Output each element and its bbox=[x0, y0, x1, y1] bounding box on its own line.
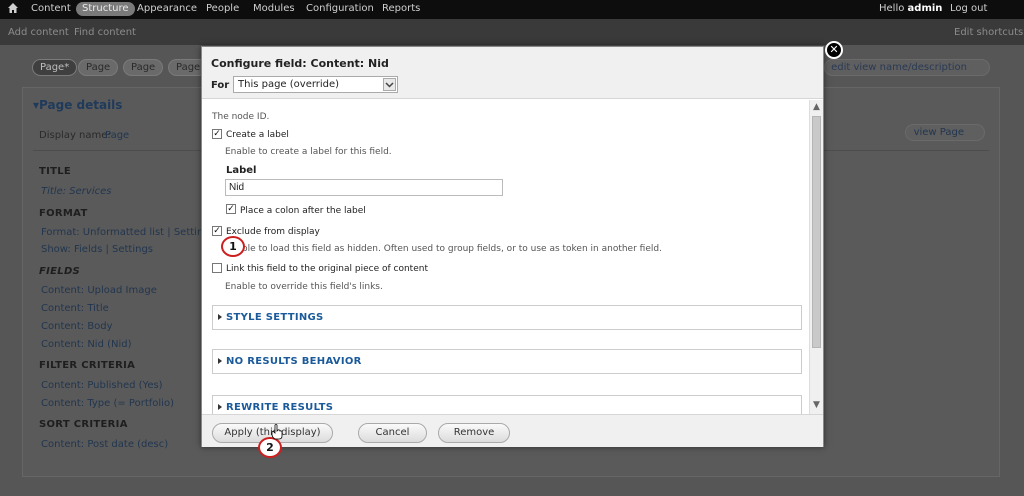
toolbar-people[interactable]: People bbox=[206, 3, 239, 14]
hand-cursor-icon bbox=[271, 424, 283, 440]
create-label-help: Enable to create a label for this field. bbox=[225, 147, 392, 157]
field-description: The node ID. bbox=[212, 112, 270, 122]
filter-link[interactable]: Content: Type (= Portfolio) bbox=[41, 398, 174, 409]
filter-link[interactable]: Content: Published (Yes) bbox=[41, 380, 163, 391]
dialog-body: The node ID. ✓ Create a label Enable to … bbox=[202, 100, 823, 414]
field-link[interactable]: Content: Nid (Nid) bbox=[41, 339, 132, 350]
for-select[interactable]: This page (override) bbox=[233, 76, 398, 93]
collapsed-triangle-icon bbox=[218, 358, 222, 364]
page-details-heading[interactable]: ▾Page details bbox=[33, 98, 122, 112]
dialog-footer: Apply (this display) Cancel Remove bbox=[202, 414, 823, 447]
rewrite-results-legend[interactable]: REWRITE RESULTS bbox=[226, 402, 333, 413]
dialog-title: Configure field: Content: Nid bbox=[211, 57, 389, 70]
cancel-button[interactable]: Cancel bbox=[358, 423, 427, 443]
display-tab[interactable]: Page bbox=[78, 59, 119, 76]
scroll-down-icon[interactable]: ▼ bbox=[813, 400, 820, 410]
toolbar-structure[interactable]: Structure bbox=[76, 2, 135, 16]
link-field-checkbox[interactable] bbox=[212, 263, 222, 273]
shortcut-find-content[interactable]: Find content bbox=[74, 27, 136, 38]
format-line[interactable]: Format: Unformatted list | Settings bbox=[41, 227, 215, 238]
for-label: For bbox=[211, 80, 230, 91]
create-label-text[interactable]: Create a label bbox=[226, 130, 289, 140]
fields-section-heading: FIELDS bbox=[39, 266, 81, 277]
style-settings-fieldset[interactable]: STYLE SETTINGS bbox=[212, 305, 802, 330]
format-section-heading: FORMAT bbox=[39, 208, 88, 219]
display-tab-active[interactable]: Page* bbox=[32, 59, 78, 76]
toolbar-configuration[interactable]: Configuration bbox=[306, 3, 374, 14]
remove-button[interactable]: Remove bbox=[438, 423, 510, 443]
display-name-label: Display name: bbox=[39, 130, 111, 141]
place-colon-text[interactable]: Place a colon after the label bbox=[240, 206, 366, 216]
place-colon-checkbox[interactable]: ✓ bbox=[226, 204, 236, 214]
style-settings-legend[interactable]: STYLE SETTINGS bbox=[226, 312, 324, 323]
hello-user: Hello admin bbox=[879, 3, 943, 14]
toolbar-reports[interactable]: Reports bbox=[382, 3, 420, 14]
collapsed-triangle-icon bbox=[218, 404, 222, 410]
sort-section-heading: SORT CRITERIA bbox=[39, 419, 128, 430]
label-input[interactable] bbox=[225, 179, 503, 196]
title-value[interactable]: Title: Services bbox=[41, 186, 111, 197]
link-field-text[interactable]: Link this field to the original piece of… bbox=[226, 264, 428, 274]
filter-section-heading: FILTER CRITERIA bbox=[39, 360, 136, 371]
chevron-down-icon[interactable] bbox=[383, 78, 396, 91]
configure-field-dialog: Configure field: Content: Nid For This p… bbox=[201, 41, 843, 447]
display-name-value[interactable]: Page bbox=[105, 130, 129, 141]
toolbar-content[interactable]: Content bbox=[31, 3, 71, 14]
home-icon[interactable] bbox=[8, 3, 18, 13]
step-marker-2: 2 bbox=[258, 437, 282, 458]
field-link[interactable]: Content: Title bbox=[41, 303, 109, 314]
no-results-fieldset[interactable]: NO RESULTS BEHAVIOR bbox=[212, 349, 802, 374]
close-icon[interactable]: ✕ bbox=[825, 41, 843, 59]
scrollbar-thumb[interactable] bbox=[812, 116, 821, 348]
title-section-heading: TITLE bbox=[39, 166, 72, 177]
shortcuts-bar: Add content Find content Edit shortcuts bbox=[0, 19, 1024, 45]
for-select-value: This page (override) bbox=[238, 79, 340, 90]
toolbar-modules[interactable]: Modules bbox=[253, 3, 295, 14]
exclude-display-checkbox[interactable]: ✓ bbox=[212, 226, 222, 236]
edit-shortcuts-link[interactable]: Edit shortcuts bbox=[954, 27, 1023, 38]
no-results-legend[interactable]: NO RESULTS BEHAVIOR bbox=[226, 356, 362, 367]
dialog-scrollbar[interactable]: ▲ ▼ bbox=[809, 100, 823, 414]
rewrite-results-fieldset[interactable]: REWRITE RESULTS bbox=[212, 395, 802, 414]
create-label-checkbox[interactable]: ✓ bbox=[212, 129, 222, 139]
toolbar-appearance[interactable]: Appearance bbox=[137, 3, 197, 14]
admin-toolbar: Content Structure Appearance People Modu… bbox=[0, 0, 1024, 19]
scroll-up-icon[interactable]: ▲ bbox=[813, 102, 820, 112]
step-marker-1: 1 bbox=[221, 236, 245, 257]
username[interactable]: admin bbox=[908, 3, 943, 14]
field-link[interactable]: Content: Body bbox=[41, 321, 113, 332]
view-page-button[interactable]: view Page bbox=[904, 124, 985, 141]
shortcut-add-content[interactable]: Add content bbox=[8, 27, 69, 38]
exclude-display-text[interactable]: Exclude from display bbox=[226, 227, 320, 237]
display-tab[interactable]: Page bbox=[123, 59, 164, 76]
dialog-header: Configure field: Content: Nid For This p… bbox=[202, 47, 823, 99]
field-link[interactable]: Content: Upload Image bbox=[41, 285, 157, 296]
label-field-label: Label bbox=[226, 165, 257, 176]
edit-view-name-button[interactable]: edit view name/description bbox=[824, 59, 990, 76]
show-line[interactable]: Show: Fields | Settings bbox=[41, 244, 153, 255]
sort-link[interactable]: Content: Post date (desc) bbox=[41, 439, 168, 450]
exclude-display-help: Enable to load this field as hidden. Oft… bbox=[225, 244, 662, 254]
link-field-help: Enable to override this field's links. bbox=[225, 282, 383, 292]
logout-link[interactable]: Log out bbox=[950, 3, 987, 14]
collapsed-triangle-icon bbox=[218, 314, 222, 320]
